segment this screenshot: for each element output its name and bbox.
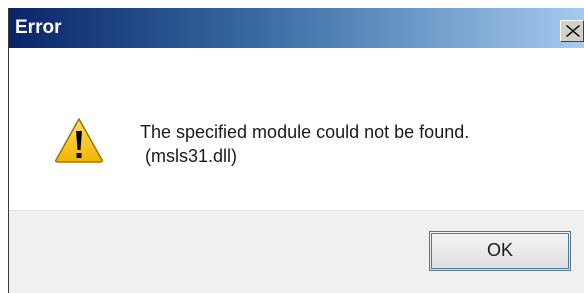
error-dialog: Error The specified module could not be … <box>8 8 584 293</box>
error-message: The specified module could not be found.… <box>140 120 469 168</box>
window-title: Error <box>15 17 62 38</box>
close-icon <box>566 25 580 37</box>
message-line-1: The specified module could not be found. <box>140 122 470 142</box>
warning-icon <box>55 118 103 163</box>
title-bar[interactable]: Error <box>9 8 584 48</box>
button-bar: OK <box>9 210 584 293</box>
close-button[interactable] <box>560 20 584 42</box>
message-line-2: (msls31.dll) <box>140 146 238 166</box>
message-area: The specified module could not be found.… <box>9 48 584 210</box>
ok-button[interactable]: OK <box>429 231 571 271</box>
